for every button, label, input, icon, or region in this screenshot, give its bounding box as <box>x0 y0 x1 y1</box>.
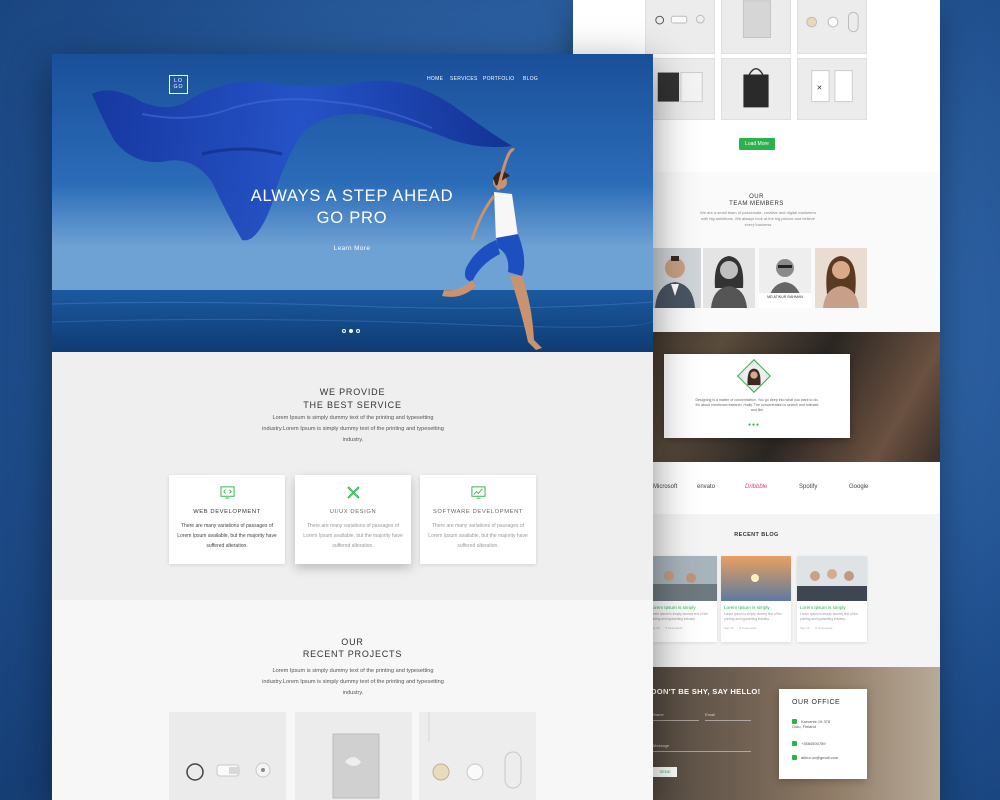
name-field-underline <box>653 720 699 721</box>
hero-slider-dots <box>342 320 363 338</box>
landing-page-preview: LO GO HOME SERVICES PORTFOLIO BLOG ALWAY… <box>52 54 653 800</box>
projects-description: Lorem Ipsum is simply dummy text of the … <box>262 668 444 696</box>
portfolio-thumb-notebook[interactable] <box>645 58 715 120</box>
blog-post-excerpt: Lorem Ipsum is simply dummy text of the … <box>724 612 782 621</box>
service-card-software-development[interactable]: SOFTWARE DEVELOPMENT There are many vari… <box>420 475 536 564</box>
blog-card[interactable]: Lorem Ipsum is simply Lorem Ipsum is sim… <box>721 556 791 642</box>
portfolio-thumb-earphones[interactable] <box>645 0 715 54</box>
featured-member-name: MD ATIKUR RAHMAN <box>759 293 811 308</box>
project-thumb-earphones[interactable] <box>169 712 286 800</box>
project-thumb-cups[interactable] <box>419 712 536 800</box>
portfolio-thumb-cups[interactable] <box>797 0 867 54</box>
blog-post-title[interactable]: Lorem Ipsum is simply <box>647 601 717 612</box>
office-card: OUR OFFICE Karvanie 19 378 Oulu, Finland… <box>779 689 867 779</box>
brand-logo: Dribbble <box>745 484 768 490</box>
services-description: Lorem Ipsum is simply dummy text of the … <box>262 415 444 443</box>
service-title: UI/UX DESIGN <box>329 509 377 515</box>
blog-card[interactable]: Lorem Ipsum is simply Lorem Ipsum is sim… <box>797 556 867 642</box>
blog-post-title[interactable]: Lorem Ipsum is simply <box>797 601 867 612</box>
projects-title-line-2: RECENT PROJECTS <box>302 649 403 659</box>
slider-dot-active[interactable] <box>349 329 353 333</box>
logo[interactable]: LO GO <box>169 75 188 94</box>
services-title-line-2: THE BEST SERVICE <box>303 400 402 410</box>
phone-icon <box>792 741 797 747</box>
nav-link-blog[interactable]: BLOG <box>523 76 538 82</box>
team-description: We are a small team of passionate, creat… <box>700 210 816 227</box>
hero-headline: ALWAYS A STEP AHEAD GO PRO <box>202 185 502 229</box>
team-member-photo[interactable] <box>815 248 867 308</box>
testimonial-card: Designing is a matter of concentration. … <box>664 354 850 438</box>
monitor-chart-icon <box>471 486 486 499</box>
blog-post-meta: Sep 15 5 Comments <box>724 626 757 630</box>
email-field[interactable]: Email <box>705 712 715 717</box>
learn-more-button[interactable]: Learn More <box>322 245 382 252</box>
load-more-button[interactable]: Load More <box>739 138 775 150</box>
team-member-photo[interactable] <box>703 248 755 308</box>
office-address: Karvanie 19 378 Oulu, Finland <box>792 719 831 730</box>
office-phone: +3584500789 <box>792 741 826 747</box>
svg-text:✕: ✕ <box>817 85 823 92</box>
service-text: There are many variations of passages of… <box>428 523 528 549</box>
blog-post-title[interactable]: Lorem Ipsum is simply <box>721 601 791 612</box>
blog-post-meta: Sep 15 5 Comments <box>800 626 833 630</box>
projects-title-line-1: OUR <box>341 637 364 647</box>
service-card-uiux-design[interactable]: UI/UX DESIGN There are many variations o… <box>295 475 411 564</box>
service-card-web-development[interactable]: WEB DEVELOPMENT There are many variation… <box>169 475 285 564</box>
slider-dot[interactable] <box>356 329 360 333</box>
portfolio-thumb-book[interactable] <box>721 0 791 54</box>
message-field-underline <box>653 751 751 752</box>
blog-post-excerpt: Lorem Ipsum is simply dummy text of the … <box>800 612 858 621</box>
service-title: SOFTWARE DEVELOPMENT <box>432 509 524 515</box>
name-field[interactable]: Name <box>653 712 664 717</box>
pencil-ruler-icon <box>347 486 360 499</box>
blog-post-meta: Sep 15 5 Comments <box>650 626 683 630</box>
projects-section: OUR RECENT PROJECTS Lorem Ipsum is simpl… <box>52 600 653 800</box>
service-text: There are many variations of passages of… <box>177 523 277 549</box>
blog-card[interactable]: Lorem Ipsum is simply Lorem Ipsum is sim… <box>647 556 717 642</box>
message-field[interactable]: Message <box>653 743 669 748</box>
blog-image <box>721 556 791 601</box>
monitor-code-icon <box>220 486 235 499</box>
brand-logo: Spotify <box>799 484 818 490</box>
team-member-photo[interactable] <box>649 248 701 308</box>
service-text: There are many variations of passages of… <box>303 523 403 549</box>
services-title-line-1: WE PROVIDE <box>319 387 386 397</box>
portfolio-thumb-bag[interactable] <box>721 58 791 120</box>
brand-logo: envato <box>697 484 716 490</box>
service-title: WEB DEVELOPMENT <box>193 509 261 515</box>
nav-link-home[interactable]: HOME <box>427 76 443 82</box>
blog-image <box>797 556 867 601</box>
contact-title: DON'T BE SHY, SAY HELLO! <box>651 687 761 696</box>
slider-dot[interactable] <box>342 329 346 333</box>
mail-icon <box>792 755 797 761</box>
hero-section: LO GO HOME SERVICES PORTFOLIO BLOG ALWAY… <box>52 54 653 352</box>
email-field-underline <box>705 720 751 721</box>
blog-image <box>647 556 717 601</box>
testimonial-quote: Designing is a matter of concentration. … <box>695 398 819 412</box>
nav-link-services[interactable]: SERVICES <box>450 76 478 82</box>
hero-headline-line-1: ALWAYS A STEP AHEAD <box>250 187 454 205</box>
office-title: OUR OFFICE <box>792 699 841 706</box>
testimonial-pager[interactable]: ●●● <box>748 422 760 428</box>
nav-link-portfolio[interactable]: PORTFOLIO <box>483 76 515 82</box>
brand-logo: Google <box>849 484 869 490</box>
send-button[interactable]: SEND <box>653 767 677 777</box>
office-email: atikur.ux@gmail.com <box>792 755 838 761</box>
testimonial-avatar <box>737 359 771 393</box>
services-section: WE PROVIDE THE BEST SERVICE Lorem Ipsum … <box>52 352 653 600</box>
project-thumb-book[interactable] <box>295 712 412 800</box>
blog-post-excerpt: Lorem Ipsum is simply dummy text of the … <box>650 612 708 621</box>
brand-logo: Microsoft <box>653 484 678 490</box>
hero-headline-line-2: GO PRO <box>316 209 388 227</box>
portfolio-thumb-cards[interactable]: ✕ <box>797 58 867 120</box>
